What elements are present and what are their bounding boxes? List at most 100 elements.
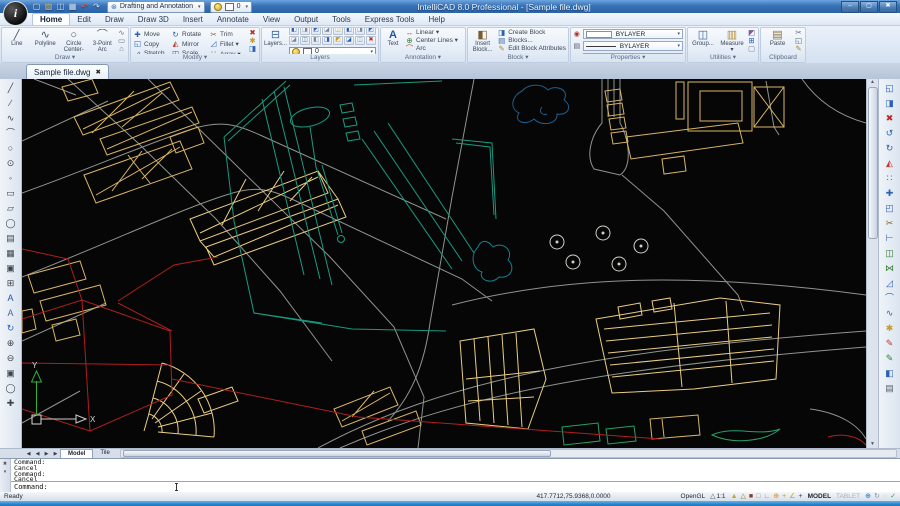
status-tray-icon[interactable]: ○ [883,492,887,501]
command-history[interactable]: Command:CancelCommand:Cancel [11,459,900,481]
redo-icon[interactable]: ↷ [91,1,102,12]
command-input[interactable]: Command: [11,481,900,492]
redraw-icon[interactable]: ↻ [3,321,19,335]
scale-icon[interactable]: ◰ [882,201,898,215]
scrollbar-thumb[interactable] [123,450,551,457]
point-icon[interactable]: ◦ [3,171,19,185]
tab-tile[interactable]: Tile [93,449,116,458]
move-icon[interactable]: ✚ [882,186,898,200]
layer-state-icon[interactable]: ◩ [333,36,343,45]
offset-icon[interactable]: ◨ [248,45,257,53]
modify-panel-label[interactable]: Modify ▾ [131,54,259,62]
layer-state-icon[interactable]: ◪ [344,36,354,45]
layer-select-dropdown[interactable]: 0 ▾ [289,47,376,55]
edit-block-attributes-button[interactable]: ✎ Edit Block Attributes [497,45,566,53]
mirror-button[interactable]: ◭ Mirror [171,40,208,50]
zoom-in-icon[interactable]: ⊕ [3,336,19,350]
color-dropdown[interactable]: BYLAYER ▾ [583,29,683,39]
layer-state-icon[interactable]: ◫ [300,36,310,45]
tab-draw3d[interactable]: Draw 3D [131,14,176,25]
line-icon[interactable]: ╱ [3,81,19,95]
layer-state-icon[interactable]: ◨ [322,36,332,45]
layers-panel-label[interactable]: Layers [262,54,378,62]
arc-dimension-button[interactable]: ⌒ Arc [405,45,463,53]
linetype-dropdown[interactable]: BYLAYER ▾ [583,41,683,51]
chamfer-icon[interactable]: ◿ [882,276,898,290]
region-icon[interactable]: ⌂ [117,45,126,53]
status-toggle-icon[interactable]: ∟ [763,492,770,501]
tab-output[interactable]: Output [287,14,325,25]
image-icon[interactable]: ▣ [3,261,19,275]
panel-icon[interactable]: ▤ [882,381,898,395]
status-toggle-icon[interactable]: + [798,492,802,501]
status-toggle-icon[interactable]: ▲ [731,492,738,501]
zoom-extents-icon[interactable]: ◯ [3,381,19,395]
layer-state-icon[interactable]: ◩ [311,28,321,35]
ellipse-icon[interactable]: ◯ [3,216,19,230]
tab-help[interactable]: Help [421,14,451,25]
workspace-dropdown[interactable]: ⊛ Drafting and Annotation ▾ [107,1,205,13]
status-toggle-icon[interactable]: ∠ [789,492,795,501]
annotation-scale[interactable]: 1:1 [717,493,726,500]
offset-icon[interactable]: ◨ [882,96,898,110]
model-space-button[interactable]: MODEL [808,493,831,500]
layer-state-icon[interactable]: ◧ [289,28,299,35]
move-button[interactable]: ✚ Move [133,30,170,40]
layer-state-icon[interactable]: ◪ [289,36,299,45]
copy-button[interactable]: ◱ Copy [133,40,170,50]
explode-icon[interactable]: ✱ [882,321,898,335]
mirror-icon[interactable]: ◭ [882,156,898,170]
layer-state-icon[interactable]: ◫ [333,28,343,35]
join-icon[interactable]: ⋈ [882,261,898,275]
rotate-button[interactable]: ↻ Rotate [171,30,208,40]
blocks-button[interactable]: ▤ Blocks... [497,37,566,45]
insert-block-button[interactable]: ◧ Insert Block... [470,29,495,53]
circle-icon[interactable]: ○ [3,141,19,155]
trim-icon[interactable]: ✂ [882,216,898,230]
hatch-icon[interactable]: ▤ [3,231,19,245]
status-toggle-icon[interactable]: △ [741,492,746,501]
layer-state-icon[interactable]: ◪ [322,28,332,35]
zoom-window-icon[interactable]: ▣ [3,366,19,380]
app-menu-button[interactable]: i [3,1,28,26]
group-button[interactable]: ◫ Group... [690,29,716,53]
extend-icon[interactable]: ⊢ [882,231,898,245]
table-icon[interactable]: ⊞ [3,276,19,290]
layer-state-icon[interactable]: ◧ [311,36,321,45]
block-panel-label[interactable]: Block ▾ [468,54,568,62]
close-icon[interactable]: ✖ [3,461,7,467]
properties-icon[interactable]: ◧ [882,366,898,380]
layer-state-icon[interactable]: ◩ [366,28,376,35]
text-icon[interactable]: A [3,306,19,320]
create-block-button[interactable]: ◨ Create Block [497,29,566,37]
status-toggle-icon[interactable]: ■ [749,492,753,501]
linear-dimension-button[interactable]: ↔ Linear ▾ [405,29,463,37]
page-icon[interactable]: ▢ [747,45,756,53]
undo-icon[interactable]: ↶ [79,1,90,12]
status-toggle-icon[interactable]: □ [756,492,760,501]
line-button[interactable]: ╱ Line [4,29,30,53]
sketch-pencil-icon[interactable]: ✎ [882,336,898,350]
scroll-up-icon[interactable]: ▲ [870,79,875,86]
chevron-down-icon[interactable]: ▾ [4,469,7,475]
arc-icon[interactable]: ⌒ [3,126,19,140]
undo-arc-icon[interactable]: ↺ [882,126,898,140]
tab-edit[interactable]: Edit [70,14,98,25]
pedit-icon[interactable]: ∿ [882,306,898,320]
rotate-icon[interactable]: ↻ [882,141,898,155]
layer-state-icon[interactable]: ◨ [300,28,310,35]
tab-view[interactable]: View [256,14,287,25]
center-lines-button[interactable]: ⊕ Center Lines ▾ [405,37,463,45]
open-folder-icon[interactable]: ▨ [43,1,54,12]
drawing-canvas[interactable]: Y X [22,79,866,448]
match-pencil-icon[interactable]: ✎ [882,351,898,365]
maximize-button[interactable]: ▢ [860,1,878,13]
annotation-panel-label[interactable]: Annotation ▾ [381,54,465,62]
properties-panel-label[interactable]: Properties ▾ [571,54,685,62]
save-icon[interactable]: ◫ [55,1,66,12]
document-tab[interactable]: Sample file.dwg ✖ [26,64,109,79]
arc-button[interactable]: ⌒ 3-Point Arc [90,29,116,53]
trim-button[interactable]: ✂ Trim [209,30,246,40]
mtext-icon[interactable]: A [3,291,19,305]
status-tray-icon[interactable]: ✓ [890,492,896,501]
